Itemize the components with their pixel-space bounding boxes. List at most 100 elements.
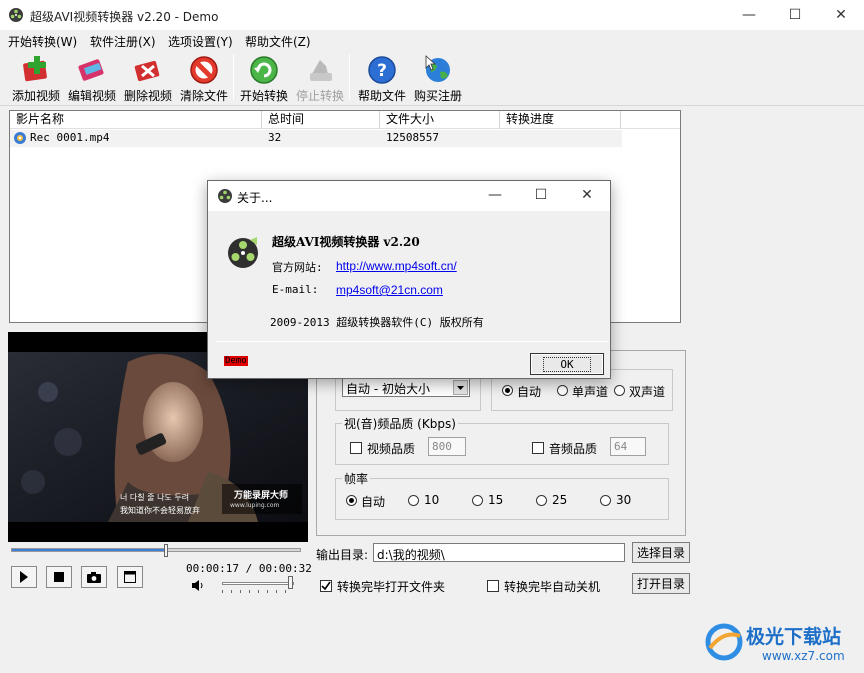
stop-convert-icon [310,60,332,81]
subtitle-line-1: 너 다칠 줄 나도 두려 [120,493,190,502]
open-folder-after-label: 转换完毕打开文件夹 [337,580,446,594]
website-link[interactable]: http://www.mp4soft.cn/ [336,259,457,273]
snapshot-button[interactable] [81,566,107,588]
seek-progress [12,549,165,551]
open-folder-after-checkbox[interactable] [320,580,332,592]
dialog-divider [216,341,608,342]
globe-cursor-icon [425,55,450,82]
close-button[interactable]: ✕ [818,0,864,30]
open-dir-button[interactable]: 打开目录 [632,573,690,594]
file-name: Rec 0001.mp4 [30,131,110,144]
watermark-logo-title: 万能录屏大师 [234,491,289,501]
menu-bar: 开始转换(W) 软件注册(X) 选项设置(Y) 帮助文件(Z) [0,30,864,50]
camera-icon [87,571,101,583]
shutdown-after-checkbox[interactable] [487,580,499,592]
start-convert-button[interactable]: 开始转换 [236,52,292,104]
framerate-auto-radio[interactable] [346,495,357,506]
speaker-icon[interactable] [192,580,205,591]
stop-convert-button[interactable]: 停止转换 [292,52,348,104]
framerate-15-radio[interactable] [472,495,483,506]
framerate-30-label: 30 [616,493,632,507]
film-reel-icon [9,8,23,22]
menu-start-convert[interactable]: 开始转换(W) [8,33,77,50]
email-label: E-mail: [272,283,319,296]
seek-thumb[interactable] [164,544,168,557]
framerate-group: 帧率 自动 10 15 25 30 [335,470,669,520]
audio-quality-input[interactable]: 64 [610,437,646,456]
choose-dir-button[interactable]: 选择目录 [632,542,690,563]
column-header-size[interactable]: 文件大小 [380,111,500,129]
channel-mono-radio[interactable] [557,385,568,396]
start-convert-icon [250,56,278,84]
dialog-maximize-button[interactable]: ☐ [518,181,564,209]
dialog-title-bar: 关于... — ☐ ✕ [208,181,610,211]
dialog-app-name: 超级AVI视频转换器 v2.20 [272,235,420,249]
audio-quality-checkbox[interactable] [532,442,544,454]
email-link[interactable]: mp4soft@21cn.com [336,283,443,297]
site-watermark: 极光下载站 www.xz7.com [704,620,860,670]
volume-slider[interactable] [222,576,294,595]
output-dir-input[interactable]: d:\我的视频\ [373,543,625,562]
combo-arrow-icon[interactable] [453,380,468,395]
column-header-name[interactable]: 影片名称 [10,111,262,129]
dialog-minimize-button[interactable]: — [472,181,518,209]
table-row[interactable]: Rec 0001.mp4 32 12508557 [10,130,622,147]
shutdown-after-label: 转换完毕自动关机 [504,580,601,594]
video-quality-input[interactable]: 800 [428,437,466,456]
maximize-button[interactable]: ☐ [772,0,818,30]
channel-mono-label: 单声道 [572,385,609,399]
column-header-duration[interactable]: 总时间 [262,111,380,129]
framerate-10-label: 10 [424,493,440,507]
help-file-button[interactable]: ? 帮助文件 [354,52,410,104]
volume-ticks [222,590,294,593]
watermark-text: 极光下载站 [746,626,842,648]
framerate-15-label: 15 [488,493,504,507]
add-video-icon [23,56,47,82]
add-video-button[interactable]: 添加视频 [8,52,64,104]
stop-icon [54,572,64,582]
channel-stereo-label: 双声道 [629,385,666,399]
title-bar: 超级AVI视频转换器 v2.20 - Demo — ☐ ✕ [0,0,864,30]
play-button[interactable] [11,566,37,588]
framerate-10-radio[interactable] [408,495,419,506]
file-duration: 32 [268,131,282,144]
menu-help[interactable]: 帮助文件(Z) [245,33,311,50]
edit-video-button[interactable]: 编辑视频 [64,52,120,104]
buy-register-button[interactable]: 购买注册 [410,52,466,104]
about-dialog: 关于... — ☐ ✕ 超级AVI视频转换器 v2.20 官方网站: http:… [207,180,611,379]
framerate-25-radio[interactable] [536,495,547,506]
window-title: 超级AVI视频转换器 v2.20 - Demo [30,10,219,24]
framerate-group-title: 帧率 [342,470,371,487]
audio-quality-label: 音频品质 [549,442,598,456]
channel-stereo-radio[interactable] [614,385,625,396]
menu-options[interactable]: 选项设置(Y) [168,33,233,50]
framerate-auto-label: 自动 [361,495,386,509]
delete-video-button[interactable]: 删除视频 [120,52,176,104]
file-size: 12508557 [386,131,439,144]
dialog-close-button[interactable]: ✕ [564,181,610,209]
seek-bar[interactable] [11,544,301,557]
framerate-25-label: 25 [552,493,568,507]
fullscreen-button[interactable] [117,566,143,588]
quality-group-title: 视(音)频品质 (Kbps) [342,415,458,432]
edit-video-icon [78,59,104,81]
video-quality-checkbox[interactable] [350,442,362,454]
channel-auto-label: 自动 [517,385,542,399]
website-label: 官方网站: [272,261,323,274]
subtitle-line-2: 我知道你不会轻易放弃 [120,506,200,515]
demo-badge: Demo [224,356,248,366]
play-icon [20,571,28,583]
size-combo[interactable]: 自动 - 初始大小 [342,378,470,397]
framerate-30-radio[interactable] [600,495,611,506]
menu-register[interactable]: 软件注册(X) [90,33,156,50]
clear-files-button[interactable]: 清除文件 [176,52,232,104]
minimize-button[interactable]: — [726,0,772,30]
column-header-progress[interactable]: 转换进度 [500,111,621,129]
file-list-header: 影片名称 总时间 文件大小 转换进度 [10,111,680,129]
volume-thumb[interactable] [288,576,293,589]
copyright-text: 2009-2013 超级转换器软件(C) 版权所有 [270,316,484,329]
video-file-icon [14,132,26,144]
stop-button[interactable] [46,566,72,588]
ok-button[interactable]: OK [530,353,604,375]
channel-auto-radio[interactable] [502,385,513,396]
